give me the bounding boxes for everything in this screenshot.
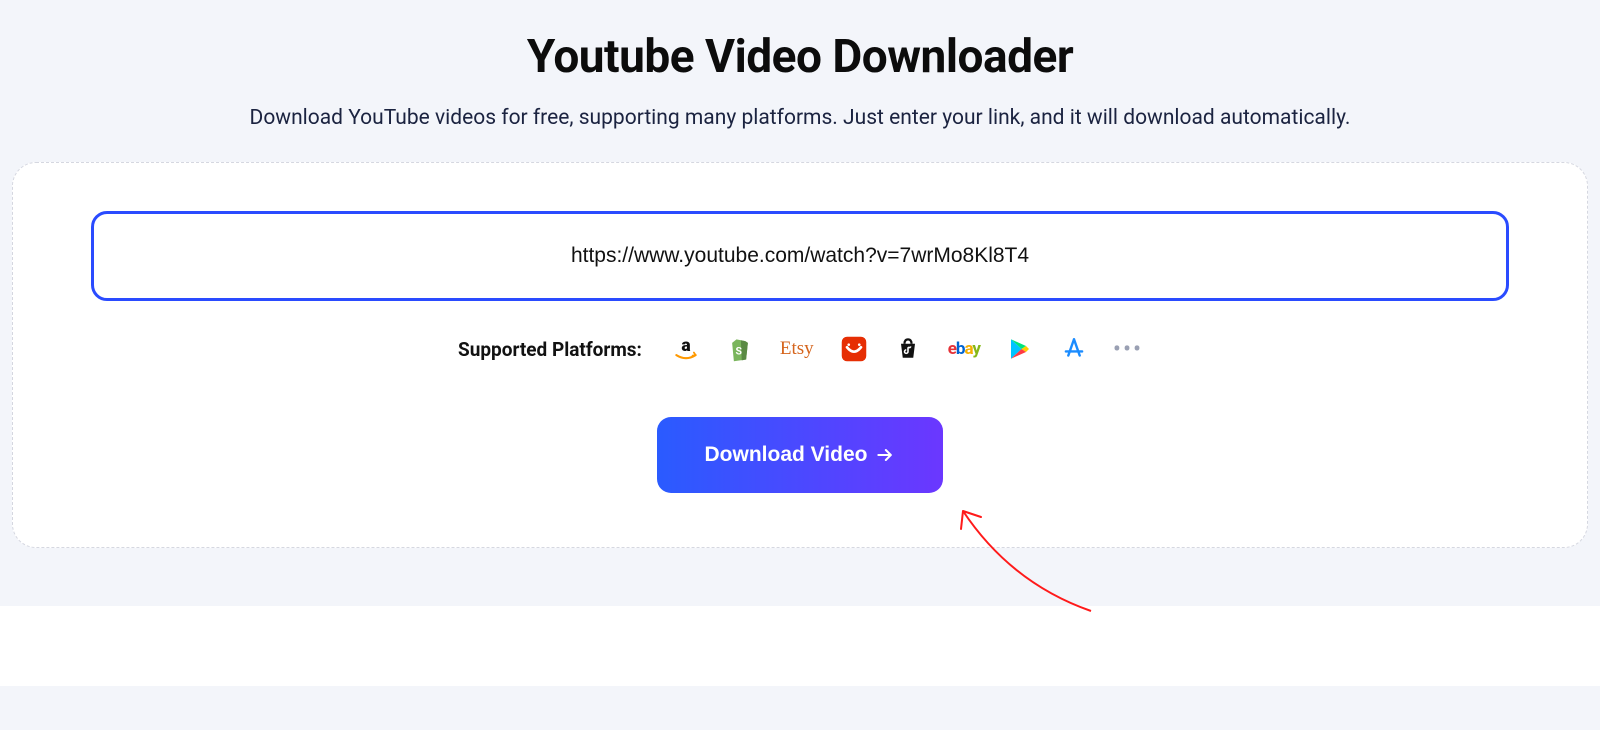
google-play-icon [1006,335,1034,363]
app-store-icon [1060,335,1088,363]
footer-area [0,606,1600,686]
svg-text:S: S [735,344,742,357]
supported-platforms: Supported Platforms: a S Etsy [91,335,1509,363]
shopify-icon: S [726,335,754,363]
more-platforms-icon[interactable]: ••• [1114,335,1142,363]
page-title: Youtube Video Downloader [0,30,1600,84]
download-button[interactable]: Download Video [657,417,944,493]
ebay-icon: ebay [948,335,980,363]
svg-text:a: a [681,336,690,356]
amazon-icon: a [672,335,700,363]
annotation-arrow [951,493,1111,623]
arrow-right-icon [875,445,895,465]
tiktok-shop-icon [894,335,922,363]
aliexpress-icon [840,335,868,363]
video-url-input[interactable] [91,211,1509,301]
platforms-label: Supported Platforms: [458,338,642,361]
downloader-card: Supported Platforms: a S Etsy [12,162,1588,548]
etsy-icon: Etsy [780,335,814,363]
page-subtitle: Download YouTube videos for free, suppor… [0,106,1600,130]
download-button-label: Download Video [705,443,868,467]
